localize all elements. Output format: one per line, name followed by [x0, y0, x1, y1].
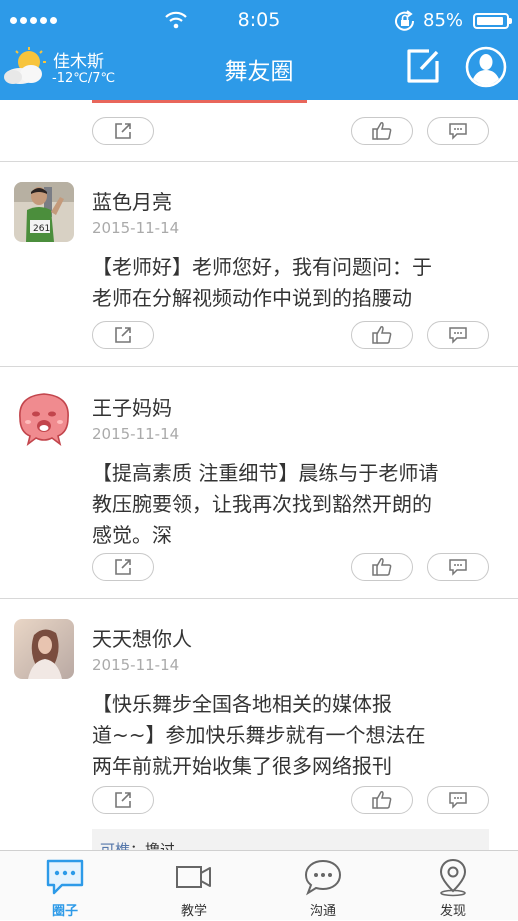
post-actions: [0, 117, 518, 147]
post-content[interactable]: 【老师好】老师您好，我有问题问：于 老师在分解视频动作中说到的掐腰动: [92, 252, 502, 314]
comment-text: ：撸过: [130, 841, 176, 850]
share-button[interactable]: [92, 321, 154, 349]
bottom-tab-bar: 圈子 教学 沟通 发现: [0, 850, 518, 920]
tab-teaching[interactable]: 教学: [154, 851, 234, 921]
post-actions: [0, 786, 518, 816]
like-button[interactable]: [351, 553, 413, 581]
share-button[interactable]: [92, 117, 154, 145]
thumbs-up-icon: [372, 791, 392, 809]
like-button[interactable]: [351, 117, 413, 145]
post-actions: [0, 553, 518, 583]
tab-label: 沟通: [309, 904, 336, 919]
content-line: 两年前就开始收集了很多网络报刊: [92, 754, 392, 778]
tab-discover[interactable]: 发现: [413, 851, 493, 921]
content-line: 道~~】参加快乐舞步就有一个想法在: [92, 723, 426, 747]
comment-author[interactable]: 可樵: [100, 841, 130, 850]
user-avatar-icon[interactable]: [465, 46, 507, 88]
comment-icon: [449, 559, 467, 576]
share-button[interactable]: [92, 553, 154, 581]
share-icon: [115, 792, 131, 808]
location-pin-icon: [439, 858, 467, 897]
comment-preview[interactable]: 可樵：撸过: [92, 829, 489, 850]
status-bar: 8:05 85%: [0, 0, 518, 44]
speech-bubble-icon: [304, 859, 342, 896]
tab-label: 教学: [180, 904, 207, 919]
svg-text:261: 261: [33, 224, 50, 234]
comment-button[interactable]: [427, 553, 489, 581]
tab-communicate[interactable]: 沟通: [283, 851, 363, 921]
post-content[interactable]: 【快乐舞步全国各地相关的媒体报 道~~】参加快乐舞步就有一个想法在 两年前就开始…: [92, 689, 502, 782]
divider: [0, 366, 518, 367]
post-content[interactable]: 【提高素质 注重细节】晨练与于老师请 教压腕要领，让我再次找到豁然开朗的 感觉。…: [92, 458, 502, 551]
like-button[interactable]: [351, 786, 413, 814]
avatar[interactable]: 261: [14, 182, 74, 242]
share-button[interactable]: [92, 786, 154, 814]
post-date: 2015-11-14: [92, 425, 180, 443]
share-icon: [115, 123, 131, 139]
post-feed[interactable]: 261 蓝色月亮 2015-11-14 【老师好】老师您好，我有问题问：于 老师…: [0, 100, 518, 850]
video-camera-icon: [176, 866, 211, 888]
share-icon: [115, 559, 131, 575]
tab-label: 发现: [439, 904, 466, 919]
comment-button[interactable]: [427, 321, 489, 349]
thumbs-up-icon: [372, 558, 392, 576]
like-button[interactable]: [351, 321, 413, 349]
post-date: 2015-11-14: [92, 219, 180, 237]
rotation-lock-icon: [395, 10, 415, 31]
divider: [0, 598, 518, 599]
comment-button[interactable]: [427, 117, 489, 145]
battery-icon: [473, 13, 512, 29]
content-line: 感觉。深: [92, 523, 172, 547]
content-line: 老师在分解视频动作中说到的掐腰动: [92, 286, 412, 310]
content-line: 教压腕要领，让我再次找到豁然开朗的: [92, 492, 432, 516]
post-author[interactable]: 蓝色月亮: [92, 186, 172, 215]
comment-icon: [449, 123, 467, 140]
divider: [0, 161, 518, 162]
share-icon: [115, 327, 131, 343]
comment-icon: [449, 792, 467, 809]
post-actions: [0, 321, 518, 351]
post-author[interactable]: 王子妈妈: [92, 392, 172, 421]
thumbs-up-icon: [372, 326, 392, 344]
battery-percent: 85%: [423, 10, 464, 31]
post-date: 2015-11-14: [92, 656, 180, 674]
content-line: 【快乐舞步全国各地相关的媒体报: [92, 692, 392, 716]
thumbs-up-icon: [372, 122, 392, 140]
compose-icon[interactable]: [405, 47, 441, 85]
tab-circle[interactable]: 圈子: [25, 851, 105, 921]
post-author[interactable]: 天天想你人: [92, 623, 192, 652]
chat-bubble-icon: [46, 859, 84, 895]
tab-label: 圈子: [51, 904, 78, 919]
comment-icon: [449, 327, 467, 344]
content-line: 【老师好】老师您好，我有问题问：于: [92, 255, 432, 279]
comment-preview-text: 可樵：撸过: [100, 839, 175, 850]
content-line: 【提高素质 注重细节】晨练与于老师请: [92, 461, 439, 485]
app-header: 8:05 85% 佳木斯 -12℃/7℃ 舞友圈: [0, 0, 518, 100]
avatar[interactable]: [14, 619, 74, 679]
accent-bar: [92, 100, 307, 103]
avatar[interactable]: [14, 388, 74, 448]
comment-button[interactable]: [427, 786, 489, 814]
